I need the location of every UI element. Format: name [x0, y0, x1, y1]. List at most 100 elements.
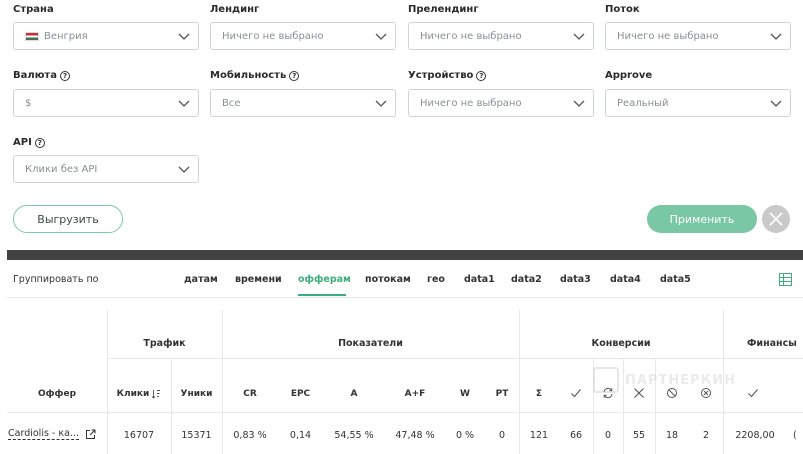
cell-pt: 0 — [498, 430, 506, 441]
hungary-flag-icon — [25, 31, 39, 41]
tab-geo[interactable]: гео — [427, 274, 445, 285]
mobility-value: Все — [222, 97, 241, 109]
stream-label: Поток — [605, 4, 640, 15]
close-icon — [769, 212, 783, 226]
col-af[interactable]: A+F — [385, 389, 445, 399]
stream-select[interactable]: Ничего не выбрано — [605, 22, 791, 50]
offer-name[interactable]: Cardiolis - ка... — [8, 428, 79, 440]
approve-select[interactable]: Реальный — [605, 89, 791, 117]
device-label: Устройство? — [408, 70, 487, 81]
tab-data3[interactable]: data3 — [560, 274, 591, 285]
tab-data5[interactable]: data5 — [660, 274, 691, 285]
help-icon[interactable]: ? — [289, 70, 300, 81]
cell-processing: 0 — [604, 430, 612, 441]
table-settings-icon[interactable] — [779, 271, 792, 290]
cell-uniques: 15371 — [181, 430, 212, 441]
check-icon — [748, 389, 758, 398]
offer-link[interactable]: Cardiolis - ка... — [8, 428, 96, 440]
tab-dates[interactable]: датам — [184, 274, 218, 285]
chevron-down-icon — [170, 156, 198, 182]
cell-w: 0 % — [455, 430, 475, 441]
col-epc[interactable]: EPC — [278, 389, 323, 399]
chevron-down-icon — [367, 23, 395, 49]
help-icon[interactable]: ? — [34, 137, 45, 148]
tab-offers[interactable]: офферам — [298, 274, 351, 285]
grouping-bar: Группировать по датам времени офферам по… — [7, 260, 803, 298]
col-clicks[interactable]: Клики — [107, 389, 171, 399]
api-label: API? — [13, 137, 45, 148]
col-cr[interactable]: CR — [222, 389, 278, 399]
export-button[interactable]: Выгрузить — [13, 205, 123, 233]
sort-icon[interactable] — [151, 389, 161, 399]
check-icon — [571, 389, 581, 398]
col-uniques[interactable]: Уники — [171, 389, 222, 399]
watermark-text: ПАРТНЕРКИН — [625, 372, 737, 388]
chevron-down-icon — [565, 23, 593, 49]
tab-time[interactable]: времени — [235, 274, 282, 285]
tab-data2[interactable]: data2 — [511, 274, 542, 285]
prelanding-label: Прелендинг — [408, 4, 479, 15]
cell-cr: 0,83 % — [233, 430, 267, 441]
external-link-icon[interactable] — [85, 429, 96, 440]
cell-af: 47,48 % — [395, 430, 435, 441]
col-a[interactable]: A — [323, 389, 385, 399]
device-placeholder: Ничего не выбрано — [420, 97, 522, 109]
col-approved[interactable] — [559, 387, 593, 399]
country-value: Венгрия — [44, 30, 88, 42]
watermark: ПАРТНЕРКИН — [593, 367, 736, 393]
grouping-label: Группировать по — [13, 274, 99, 285]
prelanding-placeholder: Ничего не выбрано — [420, 30, 522, 42]
group-finance: Финансы — [747, 338, 797, 349]
tab-data4[interactable]: data4 — [610, 274, 641, 285]
chevron-down-icon — [565, 90, 593, 116]
group-indicators: Показатели — [338, 338, 403, 349]
tab-data1[interactable]: data1 — [464, 274, 495, 285]
reset-filters-button[interactable] — [762, 205, 790, 233]
currency-value: $ — [25, 97, 32, 109]
col-w[interactable]: W — [445, 389, 485, 399]
country-label: Страна — [13, 4, 54, 15]
country-select[interactable]: Венгрия — [13, 22, 199, 50]
prelanding-select[interactable]: Ничего не выбрано — [408, 22, 594, 50]
landing-label: Лендинг — [210, 4, 260, 15]
cell-a: 54,55 % — [334, 430, 374, 441]
section-divider — [7, 250, 803, 260]
cell-clicks: 16707 — [123, 430, 155, 441]
stream-placeholder: Ничего не выбрано — [617, 30, 719, 42]
approve-label: Approve — [605, 70, 653, 81]
col-pt[interactable]: PT — [485, 389, 519, 399]
cell-cancelled: 18 — [665, 430, 679, 441]
cell-approved: 66 — [569, 430, 583, 441]
chevron-down-icon — [170, 90, 198, 116]
api-select[interactable]: Клики без API — [13, 155, 199, 183]
device-select[interactable]: Ничего не выбрано — [408, 89, 594, 117]
cell-sum: 121 — [529, 430, 549, 441]
landing-select[interactable]: Ничего не выбрано — [210, 22, 396, 50]
cell-finance-approved: 2208,00 — [735, 430, 775, 441]
apply-button[interactable]: Применить — [647, 205, 757, 233]
cell-trash: 2 — [702, 430, 710, 441]
chevron-down-icon — [170, 23, 198, 49]
api-value: Клики без API — [25, 163, 98, 175]
header-bottom-line — [7, 412, 803, 413]
cell-rejected: 55 — [632, 430, 646, 441]
help-icon[interactable]: ? — [476, 70, 487, 81]
active-tab-indicator — [298, 294, 346, 296]
header-divider — [107, 358, 803, 359]
currency-label: Валюта? — [13, 70, 70, 81]
chevron-down-icon — [367, 90, 395, 116]
currency-select[interactable]: $ — [13, 89, 199, 117]
col-sum[interactable]: Σ — [519, 389, 559, 399]
chevron-down-icon — [762, 90, 790, 116]
group-traffic: Трафик — [143, 338, 186, 349]
tab-streams[interactable]: потокам — [365, 274, 411, 285]
landing-placeholder: Ничего не выбрано — [222, 30, 324, 42]
filters-panel: Страна Венгрия Лендинг Ничего не выбрано… — [0, 0, 803, 250]
chevron-down-icon — [762, 23, 790, 49]
watermark-logo-icon — [593, 367, 619, 393]
group-conversions: Конверсии — [591, 338, 651, 349]
mobility-select[interactable]: Все — [210, 89, 396, 117]
col-offer[interactable]: Оффер — [7, 389, 107, 399]
help-icon[interactable]: ? — [59, 70, 70, 81]
mobility-label: Мобильность? — [210, 70, 300, 81]
